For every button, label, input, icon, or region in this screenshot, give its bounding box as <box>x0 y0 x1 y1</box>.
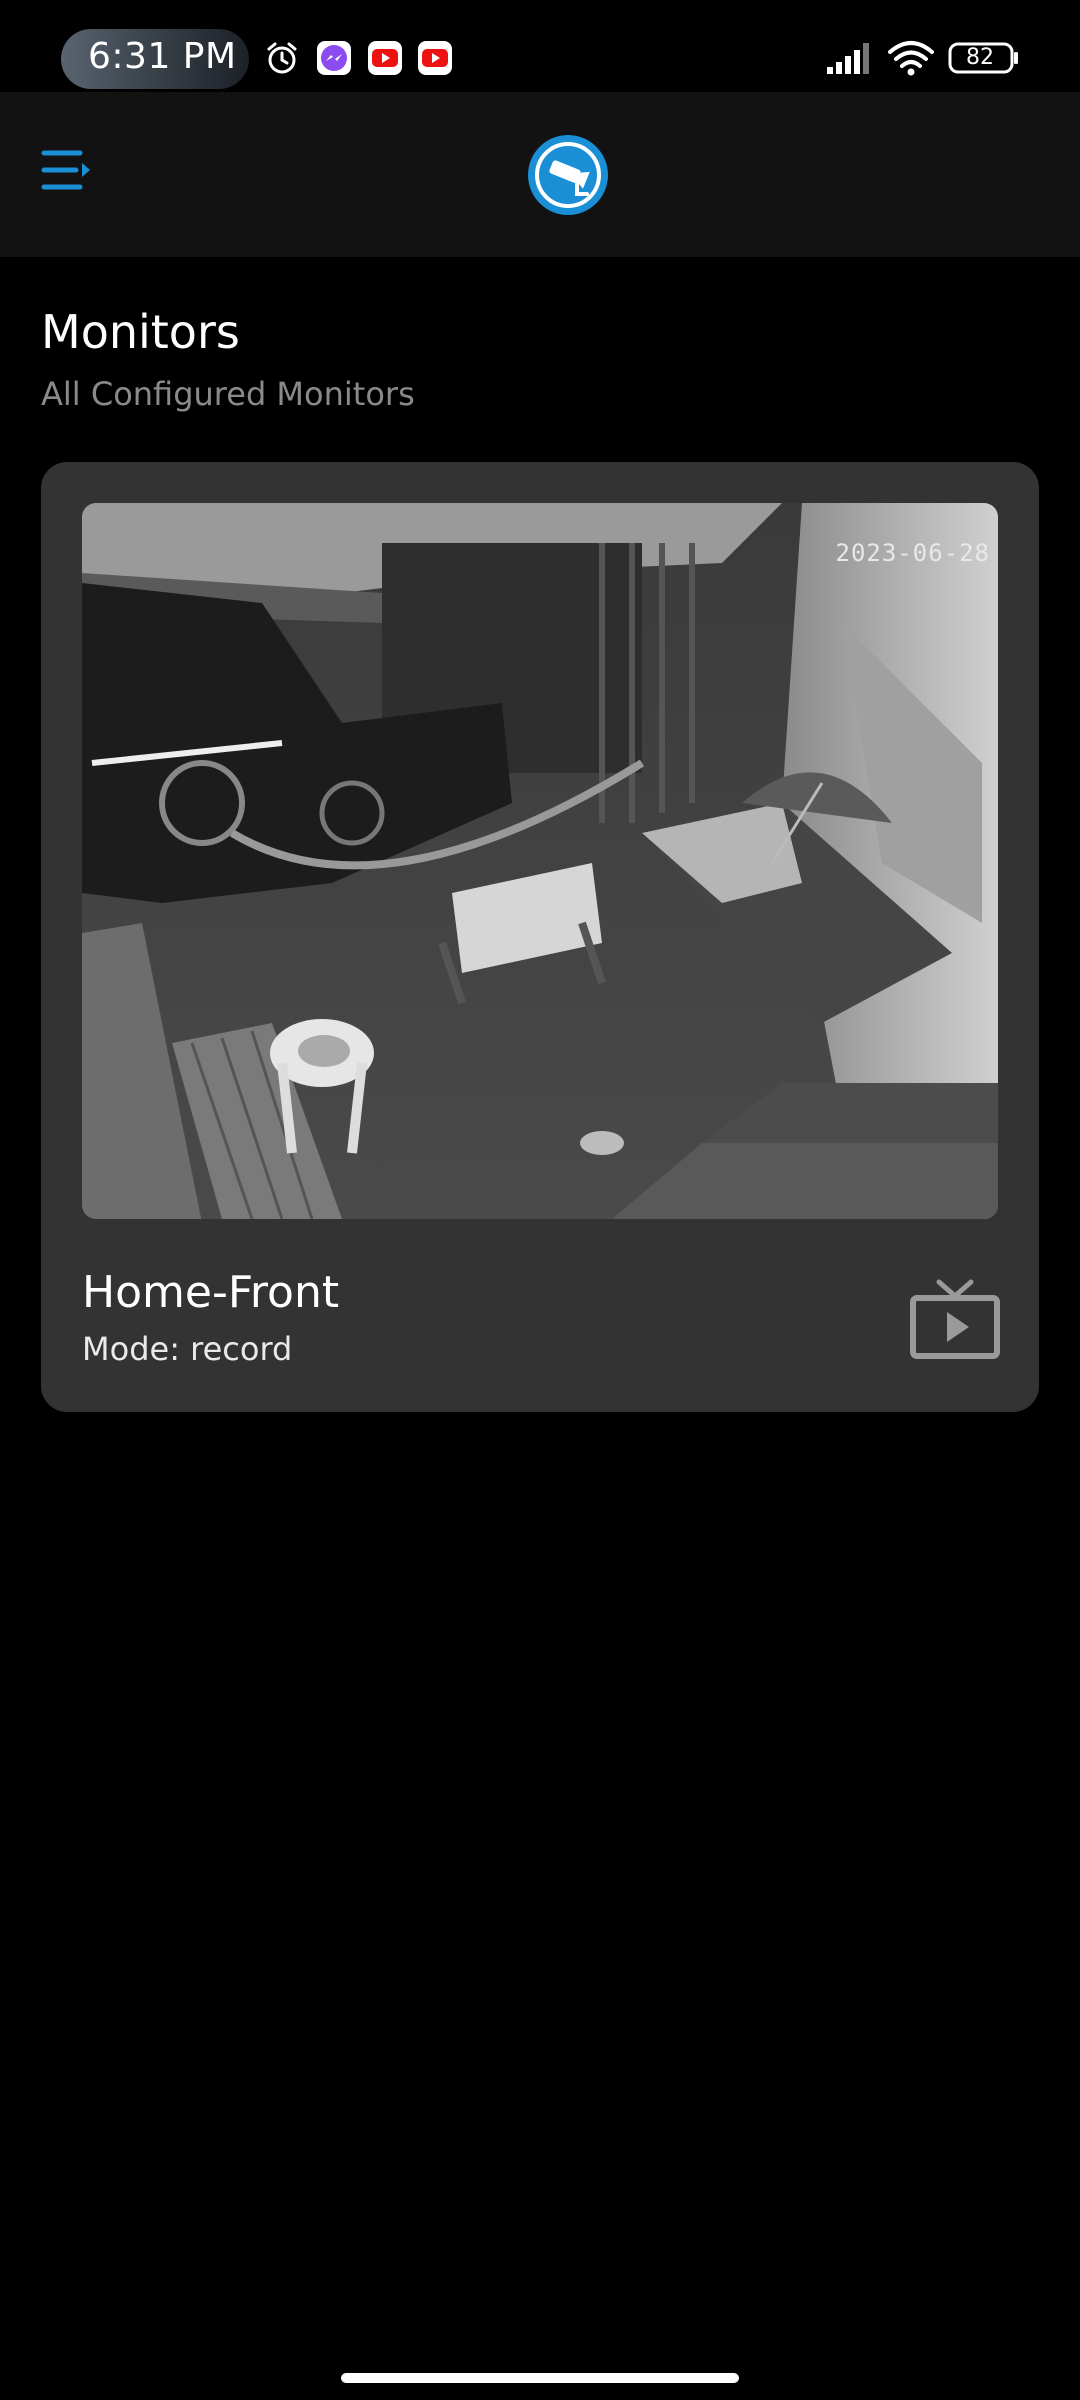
wifi-icon <box>888 41 934 76</box>
monitor-snapshot[interactable]: 2023-06-28 <box>82 503 998 1219</box>
camera-snapshot-image: 2023-06-28 <box>82 503 998 1219</box>
messenger-icon <box>317 41 351 75</box>
status-time: 6:31 PM <box>88 36 237 77</box>
page-title: Monitors <box>41 305 240 359</box>
home-indicator[interactable] <box>341 2373 739 2383</box>
security-camera-icon <box>528 135 608 215</box>
monitor-mode: Mode: record <box>82 1330 293 1368</box>
monitor-name: Home-Front <box>82 1267 340 1318</box>
live-tv-icon[interactable] <box>909 1276 1001 1360</box>
monitor-card[interactable]: 2023-06-28 Home-Front Mode: record <box>41 462 1039 1412</box>
signal-icon <box>827 43 869 74</box>
youtube-icon <box>368 41 402 75</box>
battery-level: 82 <box>966 45 994 70</box>
alarm-icon <box>267 42 297 74</box>
menu-icon[interactable] <box>36 139 102 205</box>
status-bar: 6:31 PM 82 <box>0 0 1080 92</box>
page-subtitle: All Configured Monitors <box>41 375 415 413</box>
youtube-icon <box>418 41 452 75</box>
snapshot-timestamp: 2023-06-28 <box>836 539 991 567</box>
